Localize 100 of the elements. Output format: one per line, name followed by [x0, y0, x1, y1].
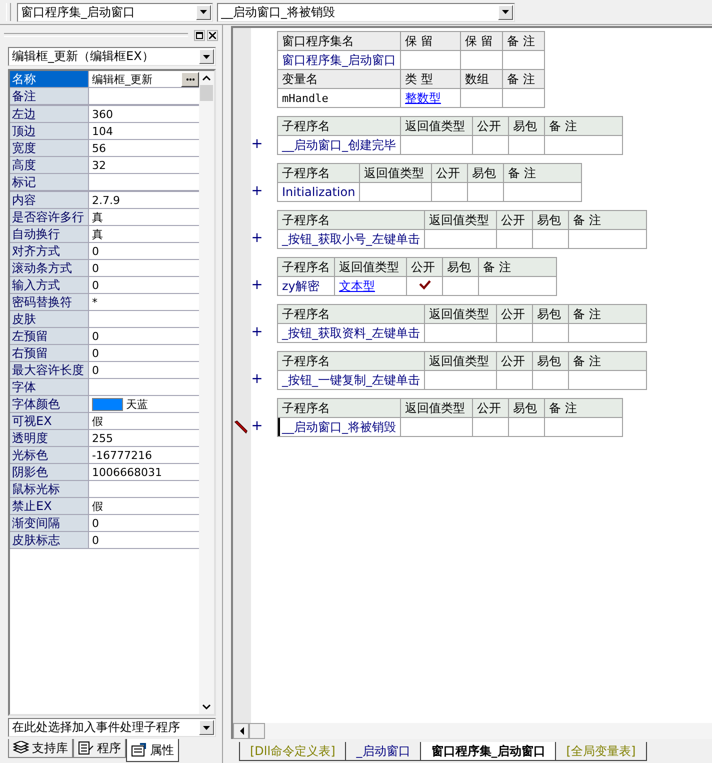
expand-button[interactable]: + — [251, 370, 263, 388]
property-row[interactable]: 最大容许长度 0 — [10, 362, 199, 379]
property-name[interactable]: 宽度 — [10, 140, 89, 156]
property-name[interactable]: 密码替换符 — [10, 294, 89, 310]
subroutine-name[interactable]: zy解密 — [278, 276, 334, 296]
property-value: 255 — [92, 432, 113, 444]
property-row[interactable]: 高度 32 — [10, 157, 199, 174]
subroutine-name[interactable]: __启动窗口_将被销毁 — [278, 418, 400, 436]
close-button[interactable] — [207, 30, 218, 40]
property-row[interactable]: 右预留 0 — [10, 345, 199, 362]
column-header: 数组 — [460, 70, 502, 88]
property-name[interactable]: 皮肤标志 — [10, 532, 89, 548]
property-name[interactable]: 标记 — [10, 174, 89, 190]
restore-button[interactable] — [194, 30, 205, 40]
property-row[interactable]: 渐变间隔 0 — [10, 515, 199, 532]
class-combo[interactable]: 窗口程序集_启动窗口 — [17, 2, 213, 22]
property-name[interactable]: 顶边 — [10, 123, 89, 139]
public-cell[interactable] — [496, 324, 532, 342]
property-row[interactable]: 可视EX 假 — [10, 413, 199, 430]
property-name[interactable]: 高度 — [10, 157, 89, 173]
expand-button[interactable]: + — [251, 135, 263, 153]
property-name[interactable]: 输入方式 — [10, 277, 89, 293]
property-name[interactable]: 字体 — [10, 379, 89, 395]
editor-tab[interactable]: [全局变量表] — [555, 742, 647, 761]
property-row[interactable]: 字体 — [10, 379, 199, 396]
property-row[interactable]: 输入方式 0 — [10, 277, 199, 294]
property-row[interactable]: 标记 — [10, 174, 199, 191]
property-row[interactable]: 禁止EX 假 — [10, 498, 199, 515]
property-name[interactable]: 左预留 — [10, 328, 89, 344]
property-row[interactable]: 密码替换符 * — [10, 294, 199, 311]
public-cell[interactable] — [496, 230, 532, 248]
variable-name[interactable]: mHandle — [278, 88, 400, 108]
method-combo[interactable]: __启动窗口_将被销毁 — [217, 2, 515, 22]
property-name[interactable]: 鼠标光标 — [10, 481, 89, 497]
property-name[interactable]: 字体颜色 — [10, 396, 89, 412]
subroutine-name[interactable]: _按钮_获取资料_左键单击 — [278, 324, 424, 342]
property-name[interactable]: 光标色 — [10, 447, 89, 463]
editor-tab[interactable]: [Dll命令定义表] — [239, 742, 346, 761]
property-name[interactable]: 透明度 — [10, 430, 89, 446]
property-name[interactable]: 名称 — [10, 71, 89, 87]
subroutine-name[interactable]: _按钮_获取小号_左键单击 — [278, 230, 424, 248]
scroll-thumb[interactable] — [200, 85, 213, 101]
expand-button[interactable]: + — [251, 276, 263, 294]
scroll-thumb[interactable] — [249, 723, 265, 739]
property-name[interactable]: 左边 — [10, 106, 89, 122]
property-row[interactable]: 是否容许多行 真 — [10, 209, 199, 226]
property-name[interactable]: 阴影色 — [10, 464, 89, 480]
editor-tab[interactable]: _启动窗口 — [345, 742, 422, 761]
property-row[interactable]: 备注 — [10, 88, 199, 105]
public-cell[interactable] — [406, 276, 442, 296]
panel-tab[interactable]: 支持库 — [8, 739, 73, 758]
object-combo[interactable]: 编辑框_更新（编辑框EX） — [8, 47, 216, 66]
scroll-left-button[interactable] — [233, 723, 249, 739]
property-row[interactable]: 名称 编辑框_更新 — [10, 71, 199, 88]
property-row[interactable]: 宽度 56 — [10, 140, 199, 157]
public-cell[interactable] — [432, 182, 468, 202]
property-row[interactable]: 透明度 255 — [10, 430, 199, 447]
column-header: 公开 — [496, 352, 532, 370]
property-value: 编辑框_更新 — [92, 72, 152, 86]
panel-tab[interactable]: 程序 — [73, 739, 126, 758]
property-row[interactable]: 光标色 -16777216 — [10, 447, 199, 464]
property-row[interactable]: 自动换行 真 — [10, 226, 199, 243]
property-row[interactable]: 对齐方式 0 — [10, 243, 199, 260]
subroutine-name[interactable]: __启动窗口_创建完毕 — [278, 136, 400, 154]
property-name[interactable]: 备注 — [10, 88, 89, 104]
expand-button[interactable]: + — [251, 182, 263, 200]
property-name[interactable]: 最大容许长度 — [10, 362, 89, 378]
property-name[interactable]: 可视EX — [10, 413, 89, 429]
subroutine-name[interactable]: Initialization — [278, 182, 360, 202]
property-name[interactable]: 右预留 — [10, 345, 89, 361]
property-name[interactable]: 渐变间隔 — [10, 515, 89, 531]
scroll-down-icon[interactable] — [202, 704, 211, 710]
property-row[interactable]: 顶边 104 — [10, 123, 199, 140]
property-row[interactable]: 皮肤标志 0 — [10, 532, 199, 549]
expand-button[interactable]: + — [251, 417, 263, 435]
property-row[interactable]: 皮肤 — [10, 311, 199, 328]
public-cell[interactable] — [472, 136, 508, 154]
property-row[interactable]: 左预留 0 — [10, 328, 199, 345]
property-row[interactable]: 滚动条方式 0 — [10, 260, 199, 277]
property-row[interactable]: 阴影色 1006668031 — [10, 464, 199, 481]
expand-button[interactable]: + — [251, 323, 263, 341]
property-name[interactable]: 是否容许多行 — [10, 209, 89, 225]
panel-tab[interactable]: 属性 — [126, 739, 179, 762]
expand-button[interactable]: + — [251, 229, 263, 247]
property-row[interactable]: 字体颜色 天蓝 — [10, 396, 199, 413]
public-cell[interactable] — [472, 418, 508, 436]
vertical-scrollbar[interactable] — [199, 71, 214, 714]
scroll-up-icon[interactable] — [202, 75, 211, 81]
subroutine-name[interactable]: _按钮_一键复制_左键单击 — [278, 370, 424, 390]
property-name[interactable]: 自动换行 — [10, 226, 89, 242]
property-name[interactable]: 皮肤 — [10, 311, 89, 327]
property-name[interactable]: 禁止EX — [10, 498, 89, 514]
public-cell[interactable] — [496, 370, 532, 390]
property-row[interactable]: 鼠标光标 — [10, 481, 199, 498]
property-name[interactable]: 内容 — [10, 192, 89, 208]
event-combo[interactable]: 在此处选择加入事件处理子程序 — [8, 718, 216, 737]
property-name[interactable]: 滚动条方式 — [10, 260, 89, 276]
ellipsis-button[interactable] — [181, 72, 199, 86]
editor-tab[interactable]: 窗口程序集_启动窗口 — [420, 742, 556, 761]
property-name[interactable]: 对齐方式 — [10, 243, 89, 259]
